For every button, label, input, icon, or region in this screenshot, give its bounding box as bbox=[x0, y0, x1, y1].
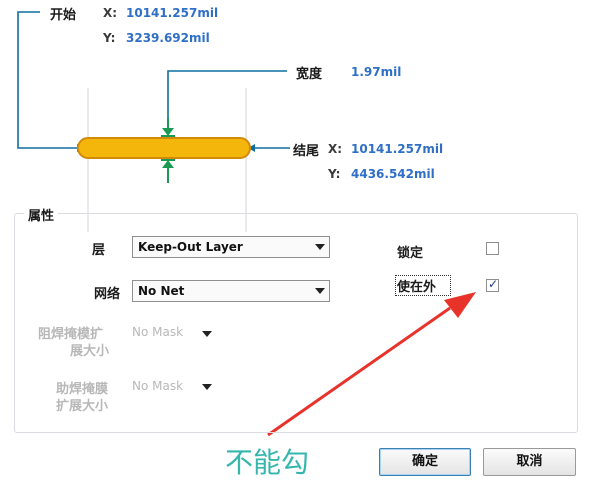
layer-label: 层 bbox=[92, 243, 106, 258]
annotation-text: 不能勾 bbox=[225, 446, 310, 479]
properties-title: 属性 bbox=[24, 205, 59, 224]
start-x-label: X: bbox=[103, 6, 118, 20]
checkmark-icon: ✓ bbox=[488, 277, 499, 291]
solder-mask-value: No Mask bbox=[132, 325, 184, 339]
start-label: 开始 bbox=[50, 8, 77, 23]
lock-checkbox[interactable] bbox=[486, 242, 499, 255]
end-x-label: X: bbox=[328, 142, 343, 156]
width-label: 宽度 bbox=[296, 67, 323, 82]
net-select[interactable]: No Net bbox=[132, 280, 330, 302]
lock-label: 锁定 bbox=[397, 246, 424, 261]
cancel-button[interactable]: 取消 bbox=[483, 448, 576, 476]
width-value: 1.97mil bbox=[351, 65, 402, 79]
paste-mask-value: No Mask bbox=[132, 379, 184, 393]
layer-select-value: Keep-Out Layer bbox=[138, 240, 243, 254]
keepout-checkbox[interactable]: ✓ bbox=[486, 277, 499, 292]
start-y-label: Y: bbox=[103, 31, 116, 45]
start-y-value: 3239.692mil bbox=[126, 31, 210, 45]
end-x-value: 10141.257mil bbox=[351, 142, 444, 156]
end-y-label: Y: bbox=[328, 167, 341, 181]
net-select-value: No Net bbox=[138, 284, 185, 298]
width-arrow-top-head bbox=[162, 128, 174, 136]
keepout-label[interactable]: 使在外 bbox=[397, 276, 436, 295]
start-leader-line bbox=[17, 11, 80, 149]
paste-mask-dropdown-icon[interactable] bbox=[202, 384, 212, 390]
width-arrow-bottom-head bbox=[162, 160, 174, 168]
end-label: 结尾 bbox=[293, 144, 320, 159]
net-label: 网络 bbox=[94, 287, 121, 302]
end-y-value: 4436.542mil bbox=[351, 167, 435, 181]
solder-mask-label-line2: 展大小 bbox=[70, 344, 110, 359]
layer-select[interactable]: Keep-Out Layer bbox=[132, 236, 330, 258]
chevron-down-icon bbox=[315, 288, 325, 294]
chevron-down-icon bbox=[315, 244, 325, 250]
start-x-value: 10141.257mil bbox=[126, 6, 219, 20]
width-leader-line bbox=[167, 70, 287, 118]
ok-button[interactable]: 确定 bbox=[379, 448, 471, 476]
solder-mask-dropdown-icon[interactable] bbox=[202, 331, 212, 337]
paste-mask-label-line2: 扩展大小 bbox=[56, 399, 109, 414]
track-shape bbox=[77, 137, 251, 159]
